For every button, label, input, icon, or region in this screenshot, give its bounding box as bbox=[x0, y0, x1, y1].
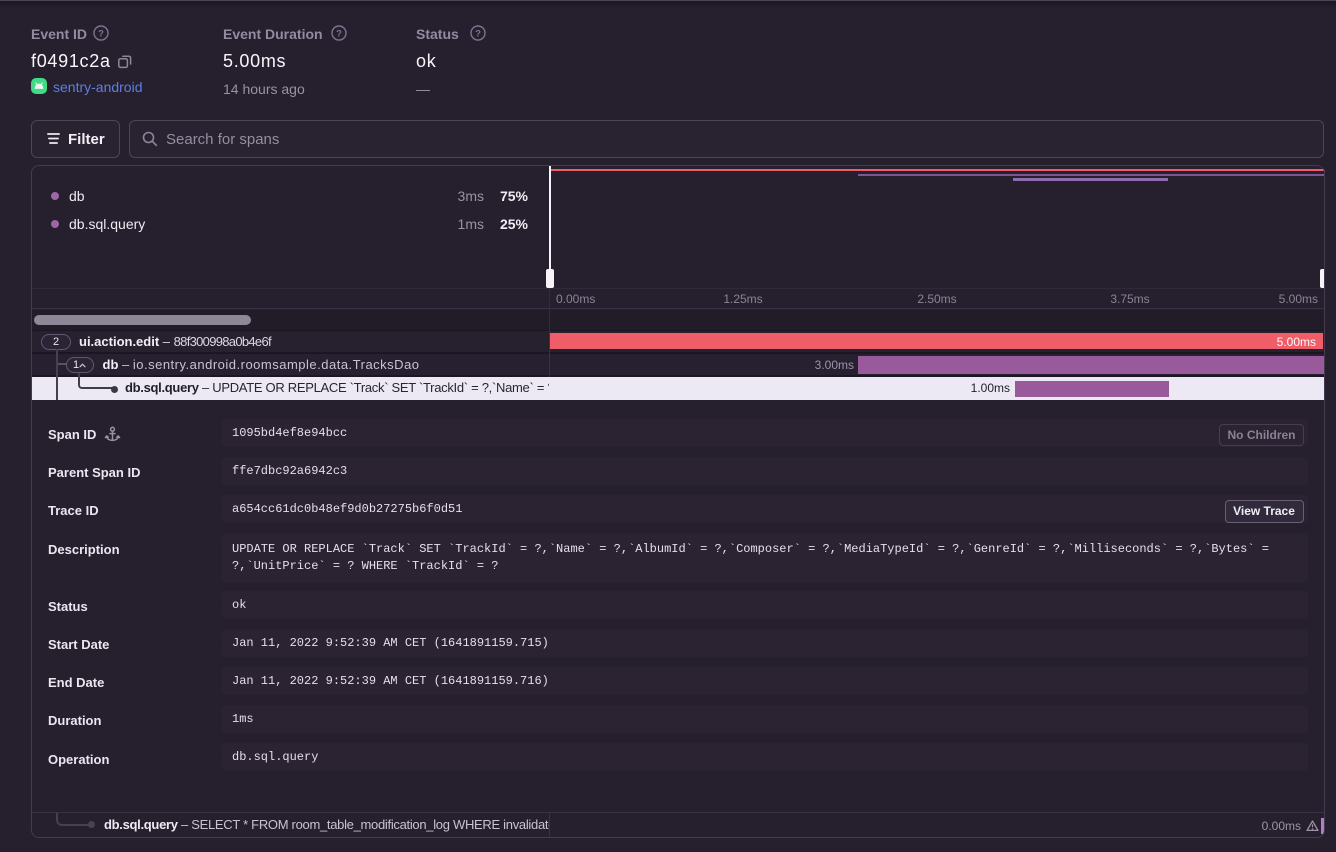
svg-text:?: ? bbox=[98, 29, 104, 40]
svg-text:?: ? bbox=[336, 29, 342, 40]
svg-text:?: ? bbox=[475, 29, 481, 40]
